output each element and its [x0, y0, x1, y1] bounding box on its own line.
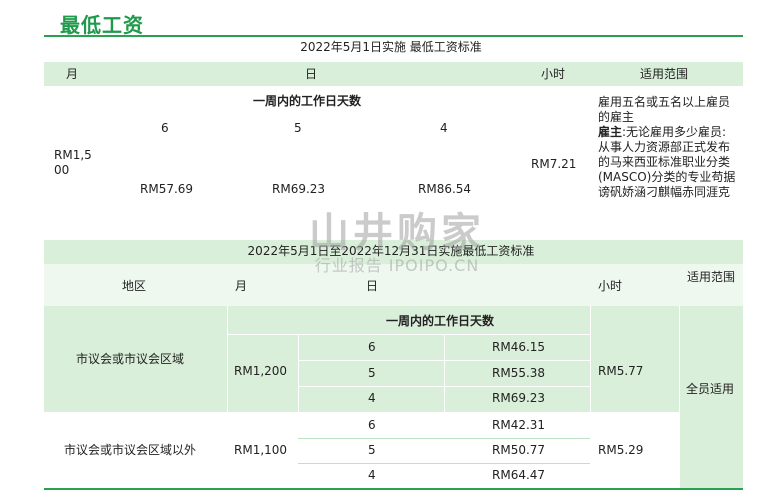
table2-row1-count-5: 5 — [368, 366, 376, 380]
table2-row1-hour: RM5.77 — [598, 364, 644, 378]
divider — [298, 386, 590, 387]
table1-scope-line1: 雇用五名或五名以上雇员的雇主 — [598, 95, 731, 124]
table1-header-scope: 适用范围 — [640, 67, 689, 81]
table2-header-month: 月 — [235, 279, 248, 293]
divider — [227, 306, 228, 412]
table1-daycount-5: 5 — [294, 121, 302, 135]
table2-row2-count-5: 5 — [368, 443, 376, 457]
table2-scope-all: 全员适用 — [686, 382, 735, 396]
table2-row1-count-4: 4 — [368, 391, 376, 405]
divider — [298, 438, 590, 439]
divider — [679, 306, 680, 488]
table1-rate-5: RM69.23 — [272, 182, 326, 196]
table2-header-scope: 适用范围 — [686, 270, 735, 284]
table2-row1-rate-5: RM55.38 — [492, 366, 546, 380]
table2-row1-region: 市议会或市议会区域 — [76, 352, 185, 366]
table1-hour-value: RM7.21 — [531, 157, 577, 171]
table1-workdays-title: 一周内的工作日天数 — [253, 94, 362, 108]
table1-header-row — [44, 62, 743, 86]
table2-row1-rate-4: RM69.23 — [492, 391, 546, 405]
table2-row1-month: RM1,200 — [234, 364, 288, 378]
table2-row2-count-4: 4 — [368, 468, 376, 482]
table1-month-value: RM1,500 — [54, 148, 92, 177]
table2-header-region: 地区 — [122, 279, 147, 293]
bottom-rule — [44, 488, 743, 490]
divider — [590, 306, 591, 412]
table1-scope-bold: 雇主 — [598, 125, 623, 139]
table2-row2-rate-5: RM50.77 — [492, 443, 546, 457]
divider — [444, 334, 445, 412]
divider — [298, 360, 590, 361]
table1-scope: 雇用五名或五名以上雇员的雇主 雇主:无论雇用多少雇员:从事人力资源部正式发布的马… — [598, 95, 738, 200]
table2-header-day: 日 — [366, 279, 379, 293]
table1-rate-6: RM57.69 — [140, 182, 194, 196]
table1-rate-4: RM86.54 — [418, 182, 472, 196]
page-title: 最低工资 — [60, 13, 144, 37]
table1-daycount-6: 6 — [161, 121, 169, 135]
table1-header-day: 日 — [305, 67, 318, 81]
divider — [298, 463, 590, 464]
table2-header-row — [44, 264, 743, 306]
table2-row1-rate-6: RM46.15 — [492, 340, 546, 354]
table2-header-hour: 小时 — [598, 279, 623, 293]
table1-header-month: 月 — [66, 67, 79, 81]
table2-row1-count-6: 6 — [368, 340, 376, 354]
table1-daycount-4: 4 — [440, 121, 448, 135]
table2-row2-rate-4: RM64.47 — [492, 468, 546, 482]
table2-row2-rate-6: RM42.31 — [492, 418, 546, 432]
table2-caption: 2022年5月1日至2022年12月31日实施最低工资标准 — [247, 244, 535, 258]
divider — [227, 334, 590, 335]
title-rule — [44, 35, 743, 37]
table2-scope-band-cont — [679, 412, 743, 488]
table2-row2-region: 市议会或市议会区域以外 — [64, 443, 197, 457]
table2-row2-hour: RM5.29 — [598, 443, 644, 457]
table1-header-hour: 小时 — [541, 67, 566, 81]
table2-row2-month: RM1,100 — [234, 443, 288, 457]
divider — [298, 334, 299, 412]
table2-workdays-title: 一周内的工作日天数 — [386, 314, 495, 328]
table2-row2-count-6: 6 — [368, 418, 376, 432]
table1-caption: 2022年5月1日实施 最低工资标准 — [300, 40, 482, 54]
